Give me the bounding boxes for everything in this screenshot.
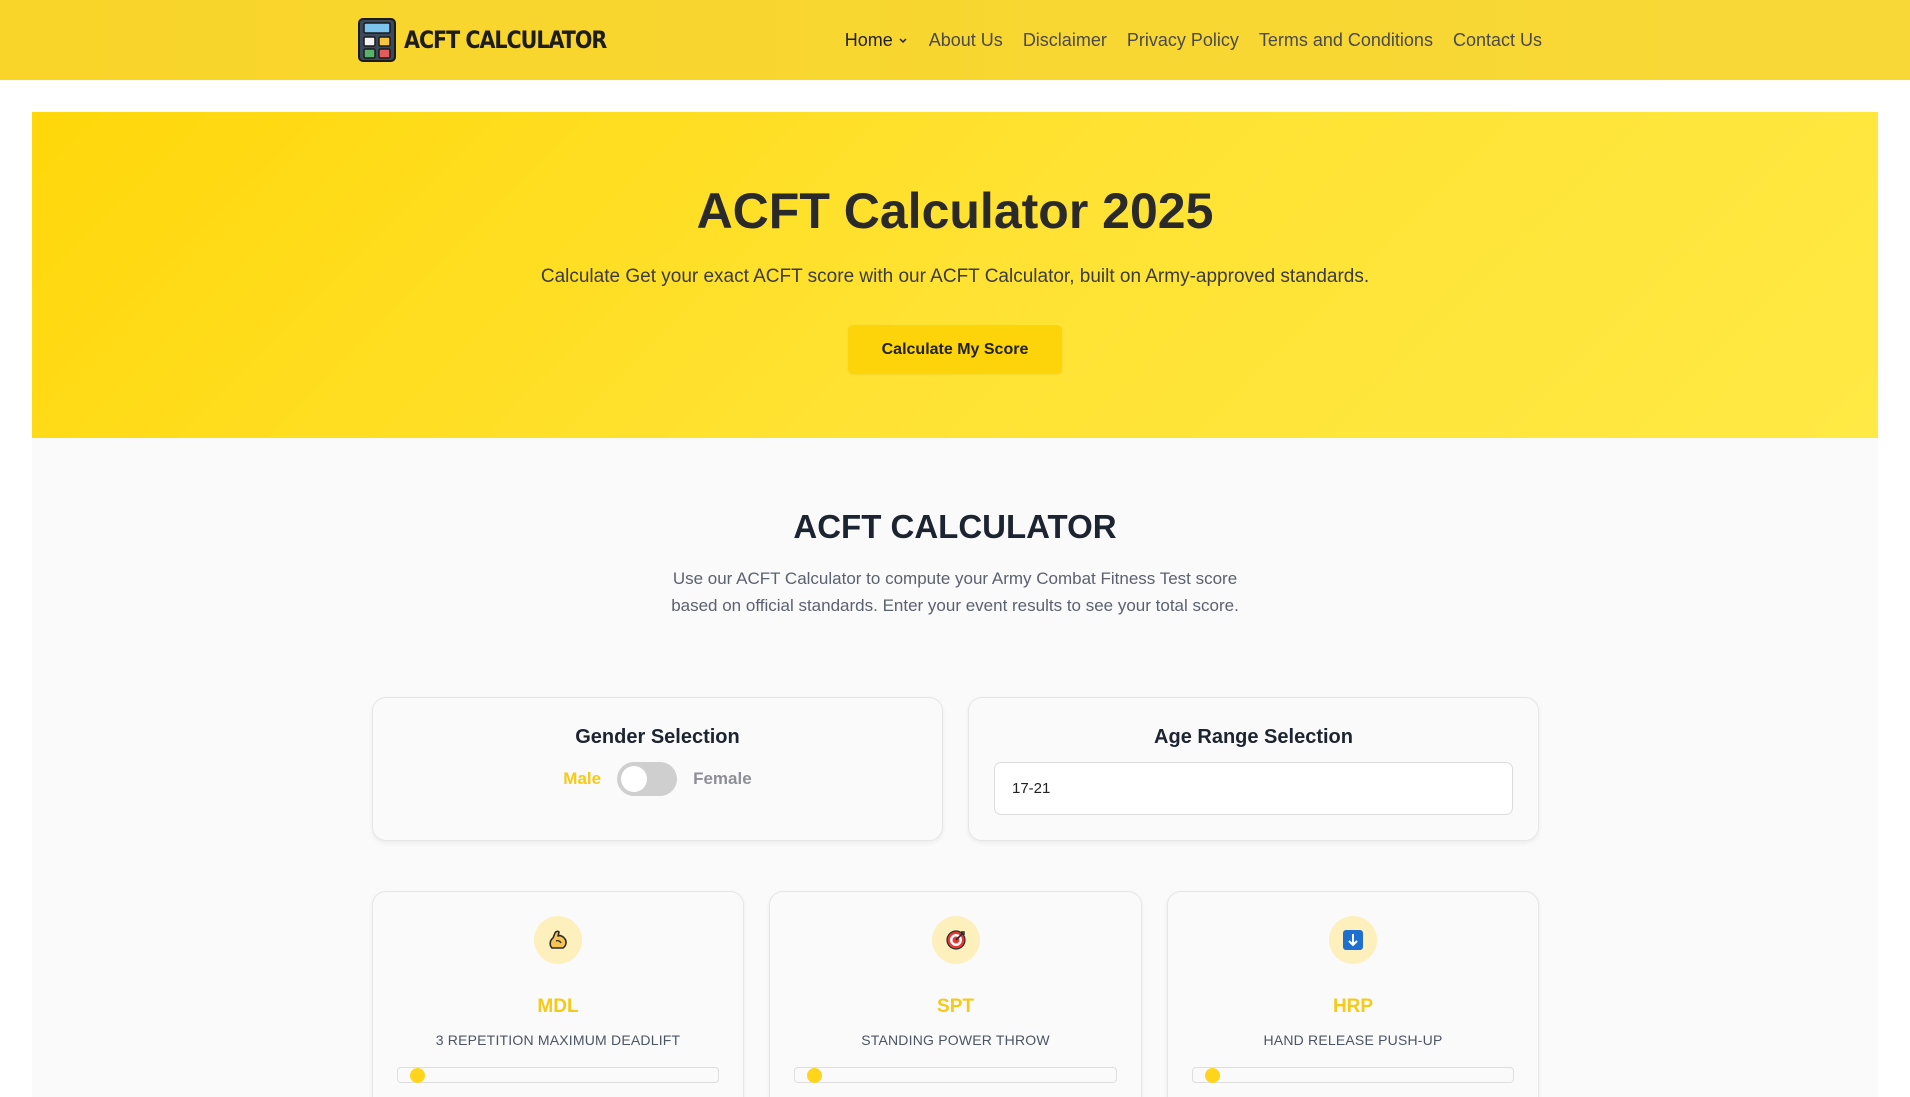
calculator-title: ACFT CALCULATOR bbox=[793, 508, 1117, 545]
event-icon-circle bbox=[534, 916, 582, 964]
calculate-my-score-button[interactable]: Calculate My Score bbox=[848, 325, 1062, 374]
calculator-section: ACFT CALCULATOR Use our ACFT Calculator … bbox=[32, 438, 1878, 1097]
event-code: HRP bbox=[1332, 996, 1374, 1017]
nav-item-contact-us[interactable]: Contact Us bbox=[1453, 30, 1542, 51]
chevron-down-icon bbox=[899, 38, 907, 44]
slider-thumb[interactable] bbox=[1205, 1068, 1220, 1083]
event-card-spt: SPT STANDING POWER THROW bbox=[769, 891, 1142, 1097]
nav-item-home[interactable]: Home bbox=[845, 30, 909, 51]
nav-item-about-us[interactable]: About Us bbox=[929, 30, 1003, 51]
hero-banner: ACFT Calculator 2025 Calculate Get your … bbox=[32, 112, 1878, 438]
gender-selection-card: Gender Selection Male Female bbox=[372, 697, 943, 841]
age-range-card: Age Range Selection 17-21 bbox=[968, 697, 1539, 841]
event-icon-circle bbox=[1329, 916, 1377, 964]
nav-item-terms-and-conditions[interactable]: Terms and Conditions bbox=[1259, 30, 1433, 51]
target-icon bbox=[945, 930, 966, 950]
hero-subtitle: Calculate Get your exact ACFT score with… bbox=[540, 266, 1370, 287]
event-name: 3 REPETITION MAXIMUM DEADLIFT bbox=[435, 1032, 681, 1048]
site-logo[interactable]: ACFT CALCULATOR bbox=[358, 18, 639, 62]
calculator-icon bbox=[358, 18, 396, 62]
hero-title: ACFT Calculator 2025 bbox=[696, 183, 1214, 239]
event-name: STANDING POWER THROW bbox=[861, 1032, 1050, 1048]
slider-thumb[interactable] bbox=[410, 1068, 425, 1083]
nav-item-disclaimer[interactable]: Disclaimer bbox=[1023, 30, 1107, 51]
nav-item-label: Home bbox=[844, 29, 893, 50]
toggle-knob bbox=[621, 766, 648, 792]
event-slider[interactable] bbox=[1192, 1067, 1514, 1083]
male-label[interactable]: Male bbox=[563, 769, 601, 789]
female-label[interactable]: Female bbox=[693, 769, 752, 789]
event-card-hrp: HRP HAND RELEASE PUSH-UP bbox=[1167, 891, 1539, 1097]
event-name: HAND RELEASE PUSH-UP bbox=[1263, 1032, 1443, 1048]
gender-toggle-row: Male Female bbox=[373, 762, 942, 796]
site-header: ACFT CALCULATOR Home About Us Disclaimer… bbox=[0, 0, 1910, 80]
age-range-title: Age Range Selection bbox=[1154, 726, 1353, 748]
event-slider[interactable] bbox=[794, 1067, 1117, 1083]
event-slider[interactable] bbox=[397, 1067, 719, 1083]
flexed-biceps-icon bbox=[549, 930, 567, 949]
event-code: MDL bbox=[537, 996, 579, 1017]
main-nav: Home About Us Disclaimer Privacy Policy … bbox=[845, 0, 1542, 80]
event-icon-circle bbox=[931, 916, 980, 964]
event-code: SPT bbox=[937, 996, 974, 1017]
calculator-description: Use our ACFT Calculator to compute your … bbox=[671, 569, 1239, 615]
down-arrow-icon bbox=[1343, 930, 1363, 950]
nav-item-privacy-policy[interactable]: Privacy Policy bbox=[1127, 30, 1239, 51]
gender-selection-title: Gender Selection bbox=[575, 726, 740, 748]
slider-thumb[interactable] bbox=[807, 1068, 822, 1083]
age-range-select[interactable]: 17-21 bbox=[994, 762, 1513, 815]
gender-toggle[interactable] bbox=[617, 762, 678, 796]
event-card-mdl: MDL 3 REPETITION MAXIMUM DEADLIFT bbox=[372, 891, 744, 1097]
logo-text: ACFT CALCULATOR bbox=[404, 26, 607, 54]
